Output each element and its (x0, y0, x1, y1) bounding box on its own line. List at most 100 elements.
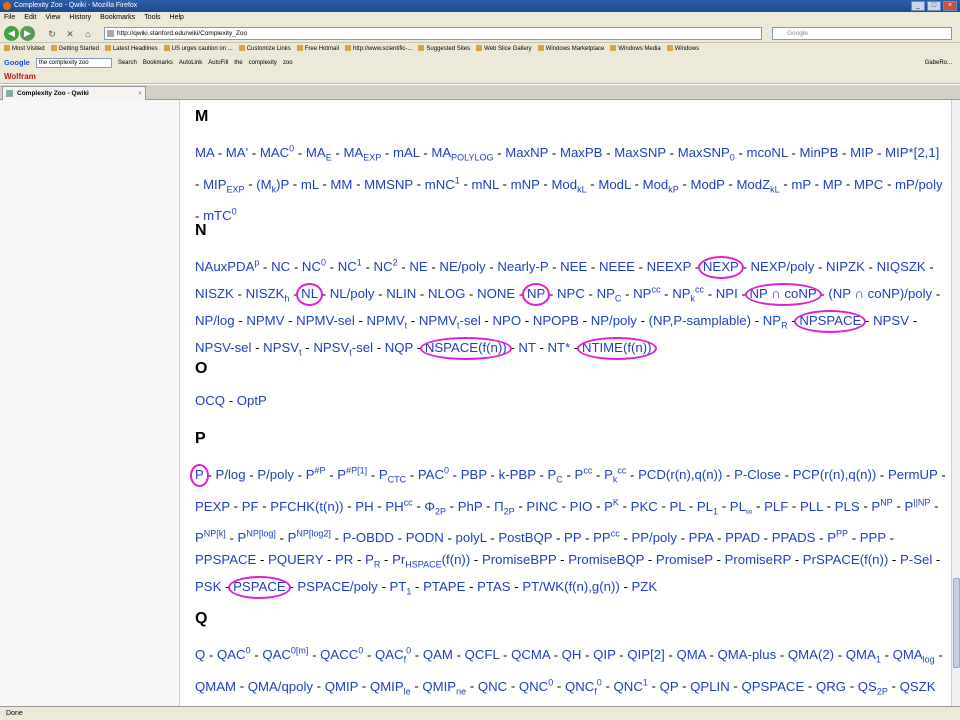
circled-class-link[interactable]: NEXP (703, 259, 739, 274)
complexity-class-link[interactable]: ModP (690, 177, 724, 192)
complexity-class-link[interactable]: MIP (850, 145, 873, 160)
highlight-word[interactable]: the (234, 56, 242, 70)
complexity-class-link[interactable]: QNCf0 (565, 677, 602, 696)
complexity-class-link[interactable]: MM (330, 177, 352, 192)
complexity-class-link[interactable]: PNP[log2] (288, 529, 331, 545)
complexity-class-link[interactable]: NPMV (246, 313, 284, 328)
complexity-class-link[interactable]: NLOG (428, 286, 465, 301)
complexity-class-link[interactable]: NPMV-sel (296, 313, 355, 328)
complexity-class-link[interactable]: QS2P (858, 679, 888, 697)
complexity-class-link[interactable]: P/log (216, 467, 246, 482)
complexity-class-link[interactable]: PR (335, 552, 353, 567)
complexity-class-link[interactable]: Nearly-P (497, 259, 548, 274)
complexity-class-link[interactable]: NP/log (195, 313, 235, 328)
menu-edit[interactable]: Edit (24, 12, 36, 24)
bookmark-item[interactable]: http://www.scientific-... (345, 43, 412, 56)
complexity-class-link[interactable]: P-OBDD (343, 530, 394, 545)
complexity-class-link[interactable]: MAPOLYLOG (431, 145, 493, 163)
complexity-class-link[interactable]: PrHSPACE(f(n)) (392, 552, 470, 570)
complexity-class-link[interactable]: QMIPne (422, 679, 466, 697)
complexity-class-link[interactable]: PINC (526, 499, 558, 514)
complexity-class-link[interactable]: MaxNP (505, 145, 548, 160)
complexity-class-link[interactable]: mNP (511, 177, 540, 192)
complexity-class-link[interactable]: NL/poly (330, 286, 375, 301)
complexity-class-link[interactable]: PR (365, 552, 380, 570)
complexity-class-link[interactable]: QAC0[m] (262, 646, 308, 662)
complexity-class-link[interactable]: P#P[1] (337, 466, 367, 482)
reload-icon[interactable]: ↻ (46, 28, 58, 40)
complexity-class-link[interactable]: PP (564, 530, 581, 545)
complexity-class-link[interactable]: PCP(r(n),q(n)) (793, 467, 877, 482)
complexity-class-link[interactable]: PNP (871, 497, 892, 513)
complexity-class-link[interactable]: MaxSNP0 (678, 145, 735, 163)
complexity-class-link[interactable]: QMA/qpoly (248, 679, 313, 694)
complexity-class-link[interactable]: PhP (458, 499, 483, 514)
complexity-class-link[interactable]: Φ2P (424, 499, 446, 517)
complexity-class-link[interactable]: QAM (423, 647, 453, 662)
complexity-class-link[interactable]: QNC0 (519, 677, 553, 693)
complexity-class-link[interactable]: NE (409, 259, 427, 274)
circled-class-link[interactable]: NSPACE(f(n)) (425, 340, 507, 355)
complexity-class-link[interactable]: NLIN (386, 286, 416, 301)
complexity-class-link[interactable]: QACC0 (320, 646, 363, 662)
complexity-class-link[interactable]: PK (604, 497, 619, 513)
complexity-class-link[interactable]: PromiseBPP (482, 552, 557, 567)
complexity-class-link[interactable]: NPSVt (263, 340, 301, 358)
complexity-class-link[interactable]: QSZK (900, 679, 936, 694)
complexity-class-link[interactable]: PPP (827, 529, 848, 545)
complexity-class-link[interactable]: PEXP (195, 499, 230, 514)
complexity-class-link[interactable]: NPC (597, 286, 622, 304)
complexity-class-link[interactable]: PNP[k] (195, 529, 226, 545)
complexity-class-link[interactable]: PPA (689, 530, 714, 545)
complexity-class-link[interactable]: PP/poly (631, 530, 676, 545)
complexity-class-link[interactable]: QAC0 (217, 646, 251, 662)
maximize-button[interactable]: □ (927, 1, 941, 11)
complexity-class-link[interactable]: PPP (860, 530, 886, 545)
complexity-class-link[interactable]: QRG (816, 679, 846, 694)
google-user[interactable]: GabeRo... (925, 56, 952, 70)
complexity-class-link[interactable]: QMIPle (370, 679, 411, 697)
complexity-class-link[interactable]: OCQ (195, 393, 225, 408)
bookmark-item[interactable]: Windows Marketplace (538, 43, 605, 56)
wolfram-logo[interactable]: Wolfram (4, 72, 36, 81)
complexity-class-link[interactable]: P/poly (257, 467, 294, 482)
menu-file[interactable]: File (4, 12, 15, 24)
complexity-class-link[interactable]: PHcc (385, 497, 412, 513)
complexity-class-link[interactable]: NT* (547, 340, 570, 355)
complexity-class-link[interactable]: MaxSNP (614, 145, 666, 160)
bookmark-item[interactable]: Most Visited (4, 43, 45, 56)
complexity-class-link[interactable]: PPcc (593, 529, 620, 545)
complexity-class-link[interactable]: NC1 (338, 258, 362, 274)
complexity-class-link[interactable]: MA (195, 145, 214, 160)
complexity-class-link[interactable]: QIP[2] (627, 647, 664, 662)
complexity-class-link[interactable]: MPC (854, 177, 883, 192)
complexity-class-link[interactable]: NEE (560, 259, 587, 274)
complexity-class-link[interactable]: NISZKh (246, 286, 290, 304)
complexity-class-link[interactable]: PCD(r(n),q(n)) (638, 467, 722, 482)
bookmark-item[interactable]: Web Slice Gallery (476, 43, 532, 56)
complexity-class-link[interactable]: P-Sel (900, 552, 932, 567)
complexity-class-link[interactable]: MAC0 (260, 144, 294, 160)
complexity-class-link[interactable]: PermUP (888, 467, 938, 482)
complexity-class-link[interactable]: Π2P (494, 499, 515, 517)
complexity-class-link[interactable]: NQP (385, 340, 413, 355)
complexity-class-link[interactable]: PL1 (697, 499, 718, 517)
complexity-class-link[interactable]: mAL (393, 145, 420, 160)
complexity-class-link[interactable]: NC (271, 259, 290, 274)
complexity-class-link[interactable]: PLF (764, 499, 788, 514)
complexity-class-link[interactable]: mNC1 (425, 175, 460, 191)
complexity-class-link[interactable]: NPkcc (672, 285, 704, 304)
autolink-button[interactable]: AutoLink (179, 56, 202, 70)
bookmark-item[interactable]: Windows (667, 43, 699, 56)
complexity-class-link[interactable]: NIQSZK (877, 259, 926, 274)
complexity-class-link[interactable]: (NP,P-samplable) (649, 313, 751, 328)
bookmark-item[interactable]: Latest Headlines (105, 43, 158, 56)
complexity-class-link[interactable]: PTAS (477, 579, 510, 594)
bookmark-item[interactable]: US urges caution on ... (164, 43, 233, 56)
complexity-class-link[interactable]: QMAM (195, 679, 236, 694)
complexity-class-link[interactable]: QMA(2) (788, 647, 834, 662)
complexity-class-link[interactable]: QPLIN (690, 679, 730, 694)
complexity-class-link[interactable]: PZK (632, 579, 658, 594)
search-input[interactable]: Google (772, 27, 952, 40)
menu-bookmarks[interactable]: Bookmarks (100, 12, 135, 24)
